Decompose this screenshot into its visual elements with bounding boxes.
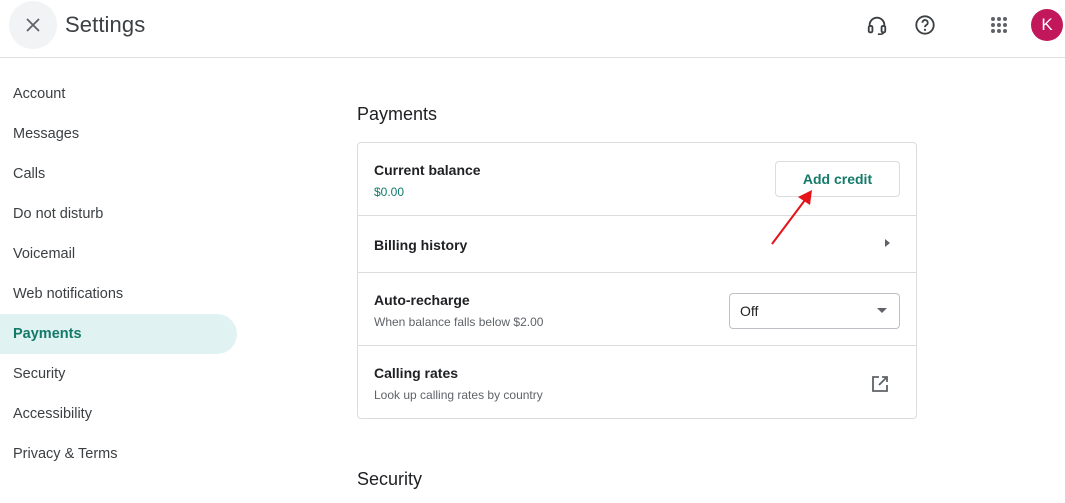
calling-rates-description: Look up calling rates by country xyxy=(374,388,543,402)
open-in-new-icon[interactable] xyxy=(870,374,890,394)
auto-recharge-label: Auto-recharge xyxy=(374,292,470,308)
close-button[interactable] xyxy=(9,1,57,49)
settings-sidebar: Account Messages Calls Do not disturb Vo… xyxy=(0,74,240,474)
security-section-title: Security xyxy=(357,469,423,489)
app-header: Settings K xyxy=(0,0,1065,58)
help-button[interactable] xyxy=(910,10,940,40)
auto-recharge-description: When balance falls below $2.00 xyxy=(374,315,544,329)
page-title: Settings xyxy=(65,12,146,37)
auto-recharge-row: Auto-recharge When balance falls below $… xyxy=(358,273,916,346)
headset-icon xyxy=(867,16,887,35)
apps-button[interactable] xyxy=(984,10,1014,40)
current-balance-row: Current balance $0.00 Add credit xyxy=(358,143,916,216)
current-balance-label: Current balance xyxy=(374,162,481,178)
payments-card: Current balance $0.00 Add credit Billing… xyxy=(357,142,917,419)
auto-recharge-select[interactable]: Off xyxy=(729,293,900,329)
sidebar-item-payments[interactable]: Payments xyxy=(0,314,237,354)
calling-rates-row[interactable]: Calling rates Look up calling rates by c… xyxy=(358,346,916,418)
sidebar-item-account[interactable]: Account xyxy=(0,74,237,114)
auto-recharge-selected-value: Off xyxy=(740,303,759,319)
billing-history-row[interactable]: Billing history xyxy=(358,216,916,273)
help-icon xyxy=(915,15,935,35)
close-icon xyxy=(26,18,40,32)
avatar[interactable]: K xyxy=(1031,9,1063,41)
sidebar-item-messages[interactable]: Messages xyxy=(0,114,237,154)
sidebar-item-voicemail[interactable]: Voicemail xyxy=(0,234,237,274)
apps-grid-icon xyxy=(991,17,1007,33)
billing-history-label: Billing history xyxy=(374,237,468,253)
sidebar-item-do-not-disturb[interactable]: Do not disturb xyxy=(0,194,237,234)
balance-value: $0.00 xyxy=(374,185,405,199)
sidebar-item-web-notifications[interactable]: Web notifications xyxy=(0,274,237,314)
sidebar-item-calls[interactable]: Calls xyxy=(0,154,237,194)
dropdown-arrow-icon xyxy=(877,308,887,313)
sidebar-item-privacy-terms[interactable]: Privacy & Terms xyxy=(0,434,237,474)
payments-section-title: Payments xyxy=(357,104,438,124)
chevron-right-icon xyxy=(885,239,890,247)
add-credit-button[interactable]: Add credit xyxy=(775,161,900,197)
sidebar-item-security[interactable]: Security xyxy=(0,354,237,394)
calling-rates-label: Calling rates xyxy=(374,365,459,381)
support-button[interactable] xyxy=(862,10,892,40)
sidebar-item-accessibility[interactable]: Accessibility xyxy=(0,394,237,434)
